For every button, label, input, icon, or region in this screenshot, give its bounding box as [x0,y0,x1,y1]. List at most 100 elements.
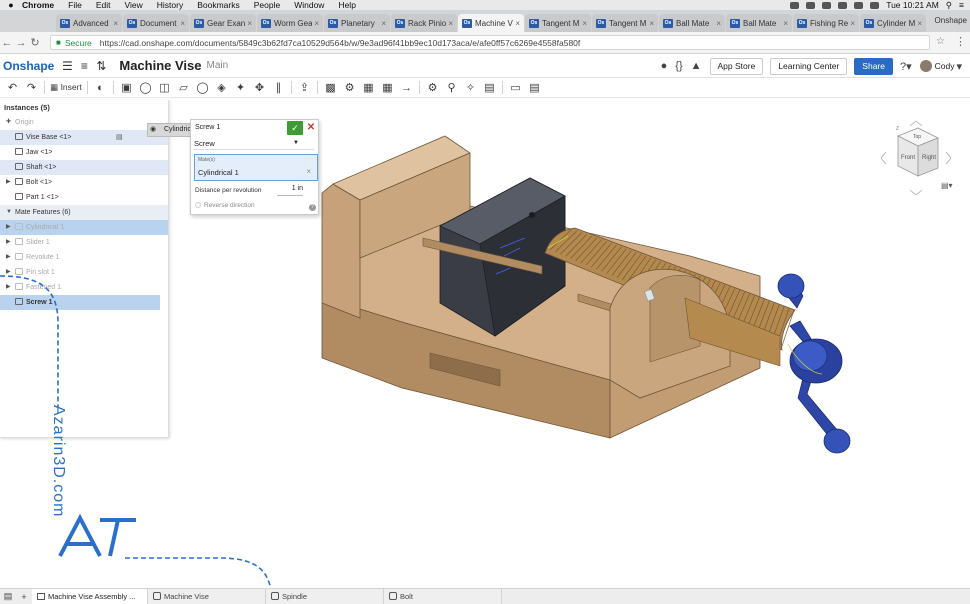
visibility-eye-icon[interactable]: ◉ [150,124,156,136]
collapse-chevron-icon[interactable]: ▼ [6,205,12,220]
document-info-icon[interactable]: ▲ [691,60,702,72]
instance-vise-base[interactable]: Vise Base <1> ▤ [0,130,168,145]
instance-bolt[interactable]: ▶ Bolt <1> [0,175,168,190]
browser-tab[interactable]: Os Ball Mate × [659,14,725,32]
expand-chevron-icon[interactable]: ▶ [6,235,11,250]
forward-arrow-icon[interactable]: → [14,37,28,49]
menu-window[interactable]: Window [294,0,324,10]
table-icon[interactable]: ▦ [378,81,397,94]
accept-checkmark-icon[interactable]: ✓ [287,121,303,135]
menu-chrome[interactable]: Chrome [22,0,54,10]
document-title[interactable]: Machine Vise [119,58,201,73]
rotate-left-arrow-icon[interactable] [880,151,887,165]
close-tab-icon[interactable]: × [247,19,252,28]
reverse-direction-toggle[interactable]: Reverse direction [195,202,255,209]
tab-bolt[interactable]: Bolt [384,589,502,604]
bookmark-star-icon[interactable]: ☆ [936,36,945,47]
measure-icon[interactable]: ⚲ [442,81,461,94]
user-menu-chevron-icon[interactable]: ▾ [956,60,962,73]
mate-type-select[interactable]: Screw ▼ [194,137,314,150]
ball-mate-icon[interactable]: ✦ [231,81,250,94]
mate-slider-1[interactable]: ▶ Slider 1 [0,235,168,250]
close-tab-icon[interactable]: × [917,19,922,28]
group-icon[interactable]: ▩ [321,81,340,94]
clear-selection-icon[interactable]: × [306,167,311,176]
menu-file[interactable]: File [68,0,82,10]
workspace-label[interactable]: Main [207,60,229,71]
close-tab-icon[interactable]: × [649,19,654,28]
browser-tab[interactable]: Os Ball Mate × [726,14,792,32]
dropbox-status-icon[interactable] [822,1,832,9]
tab-spindle[interactable]: Spindle [266,589,384,604]
onshape-logo[interactable]: Onshape [3,59,54,73]
menu-bookmarks[interactable]: Bookmarks [197,0,240,10]
browser-tab[interactable]: Os Tangent M × [592,14,658,32]
menu-history[interactable]: History [157,0,183,10]
mate-cylindrical-1[interactable]: ▶ Cylindrical 1 [0,220,168,235]
explode-icon[interactable]: ✧ [461,81,480,94]
fastened-mate-icon[interactable]: ▣ [117,81,136,94]
close-tab-icon[interactable]: × [381,19,386,28]
menu-people[interactable]: People [254,0,280,10]
menubar-clock[interactable]: Tue 10:21 AM [886,0,939,10]
wifi-status-icon[interactable] [838,1,848,9]
close-tab-icon[interactable]: × [582,19,587,28]
volume-status-icon[interactable] [854,1,864,9]
rotate-up-arrow-icon[interactable] [909,120,923,127]
hamburger-menu-icon[interactable]: ☰ [60,59,74,73]
menu-view[interactable]: View [124,0,142,10]
avatar[interactable] [919,60,932,72]
custom-features-icon[interactable]: {} [675,60,682,72]
instances-header[interactable]: Instances (5) [0,100,168,115]
user-name[interactable]: Cody [935,61,955,71]
comments-icon[interactable]: ● [661,60,668,72]
tab-machine-vise[interactable]: Machine Vise [148,589,266,604]
mate-screw-1[interactable]: Screw 1 [0,295,160,310]
expand-chevron-icon[interactable]: ▶ [6,220,11,235]
tab-manager-icon[interactable]: ▤ [0,591,16,602]
slider-mate-icon[interactable]: ◫ [155,81,174,94]
section-view-icon[interactable]: ▤ [480,81,499,94]
instance-jaw[interactable]: Jaw <1> [0,145,168,160]
close-tab-icon[interactable]: × [314,19,319,28]
browser-tab[interactable]: Os Rack Pinio × [391,14,457,32]
close-tab-icon[interactable]: × [716,19,721,28]
apple-logo-icon[interactable]: ● [0,0,22,10]
insert-button[interactable]: ▦ Insert [48,82,84,93]
mate-features-header[interactable]: ▼ Mate Features (6) [0,205,168,220]
browser-menu-icon[interactable]: ⋮ [955,35,966,48]
distance-per-revolution-input[interactable]: 1 in [277,185,303,196]
menu-help[interactable]: Help [338,0,355,10]
rotate-right-arrow-icon[interactable] [945,151,952,165]
undo-icon[interactable]: ↶ [3,81,22,94]
tangent-mate-icon[interactable]: ✥ [250,81,269,94]
record-status-icon[interactable] [806,1,816,9]
help-icon[interactable]: ?▾ [900,60,912,73]
screw-relation-icon[interactable]: ⚙ [423,81,442,94]
redo-icon[interactable]: ↷ [22,81,41,94]
browser-tab[interactable]: Os Fishing Re × [793,14,859,32]
browser-tab[interactable]: Os Worm Gea × [257,14,323,32]
planar-mate-icon[interactable]: ▱ [174,81,193,94]
reload-icon[interactable]: ↻ [28,36,42,49]
browser-tab[interactable]: Os Document × [123,14,189,32]
mates-selection-field[interactable]: Mate(s) Cylindrical 1 × [194,154,318,181]
cylindrical-mate-icon[interactable]: ◯ [193,81,212,94]
mate-fastened-1[interactable]: ▶ Fastened 1 [0,280,168,295]
notification-list-icon[interactable]: ≡ [959,0,964,10]
expand-chevron-icon[interactable]: ▶ [6,265,11,280]
help-circle-icon[interactable]: ? [309,204,316,211]
close-tab-icon[interactable]: × [113,19,118,28]
feature-list-icon[interactable]: ≡ [77,59,91,73]
replicate-icon[interactable]: ◐ [91,82,110,94]
pin-slot-mate-icon[interactable]: ◈ [212,81,231,94]
linear-relation-icon[interactable]: → [397,82,416,94]
app-store-button[interactable]: App Store [709,57,764,75]
named-positions-icon[interactable]: ▭ [506,81,525,94]
configuration-icon[interactable]: ⇅ [94,59,108,73]
share-button[interactable]: Share [854,57,893,75]
browser-tab[interactable]: Os Cylinder M × [860,14,926,32]
browser-tab[interactable]: Os Advanced × [56,14,122,32]
close-tab-icon[interactable]: × [850,19,855,28]
search-status-icon[interactable]: ⚲ [946,0,952,11]
